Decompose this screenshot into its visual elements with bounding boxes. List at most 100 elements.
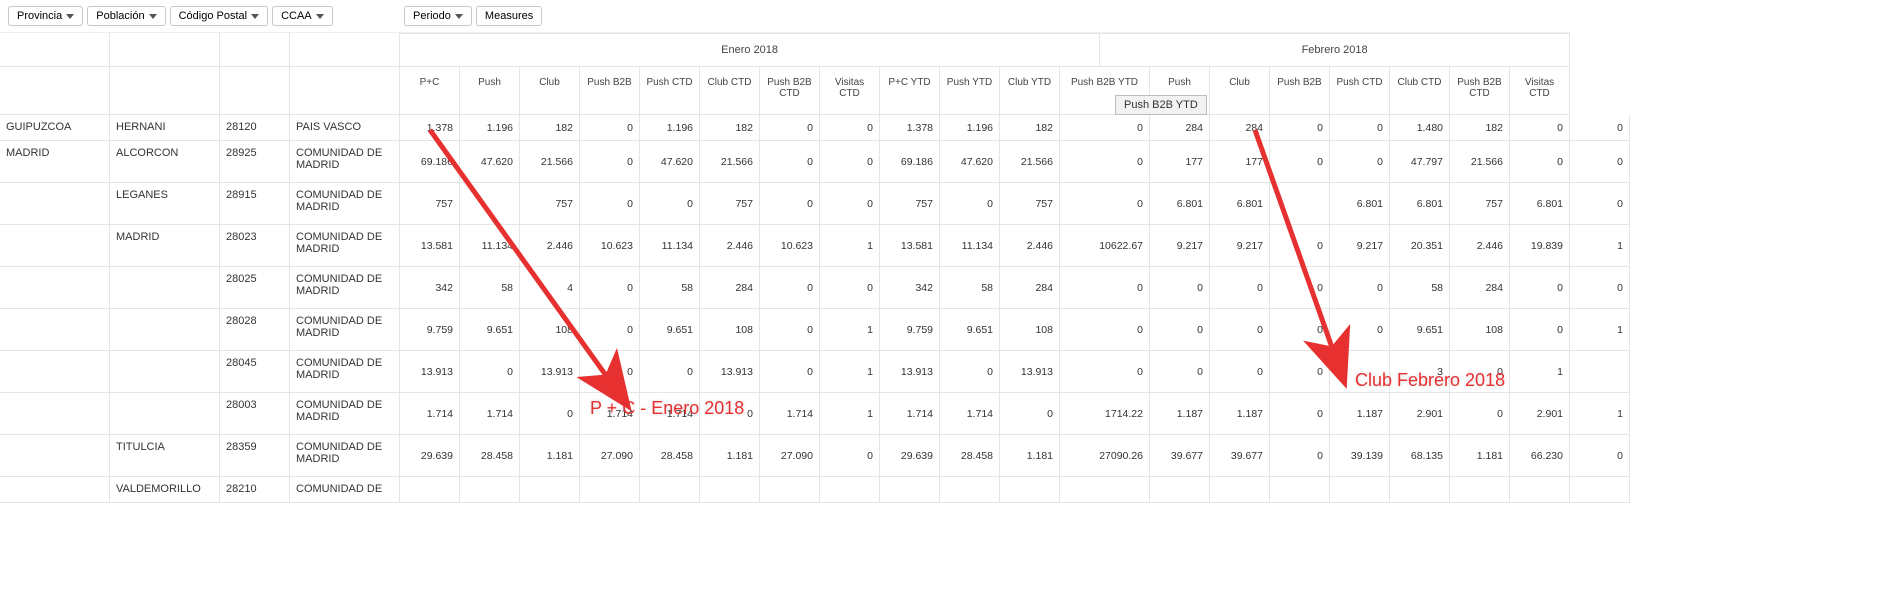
row-hdr-provincia[interactable] (0, 351, 110, 393)
data-cell[interactable]: 27.090 (760, 435, 820, 477)
data-cell[interactable]: 1 (820, 309, 880, 351)
measure-header[interactable]: Push (460, 67, 520, 115)
data-cell[interactable]: 2.446 (700, 225, 760, 267)
data-cell[interactable]: 9.651 (1390, 309, 1450, 351)
data-cell[interactable] (880, 477, 940, 503)
data-cell[interactable]: 1.196 (460, 115, 520, 141)
row-hdr-cp[interactable]: 28023 (220, 225, 290, 267)
row-hdr-poblacion[interactable] (110, 351, 220, 393)
filter-poblacion[interactable]: Población (87, 6, 165, 26)
data-cell[interactable]: 284 (700, 267, 760, 309)
measure-header[interactable]: Visitas CTD (820, 67, 880, 115)
period-header[interactable]: Febrero 2018 (1100, 34, 1570, 67)
data-cell[interactable]: 47.797 (1390, 141, 1450, 183)
data-cell[interactable]: 0 (1450, 351, 1510, 393)
row-hdr-cp[interactable]: 28925 (220, 141, 290, 183)
data-cell[interactable]: 9.651 (640, 309, 700, 351)
data-cell[interactable]: 47.620 (640, 141, 700, 183)
data-cell[interactable]: 21.566 (1000, 141, 1060, 183)
data-cell[interactable]: 4 (520, 267, 580, 309)
data-cell[interactable]: 9.651 (460, 309, 520, 351)
data-cell[interactable]: 0 (1060, 115, 1150, 141)
row-hdr-ccaa[interactable]: COMUNIDAD DE MADRID (290, 225, 400, 267)
data-cell[interactable] (1330, 351, 1390, 393)
data-cell[interactable]: 11.134 (640, 225, 700, 267)
data-cell[interactable]: 757 (520, 183, 580, 225)
measure-header[interactable]: Push B2B CTD (760, 67, 820, 115)
data-cell[interactable]: 0 (1270, 351, 1330, 393)
data-cell[interactable]: 1.187 (1150, 393, 1210, 435)
data-cell[interactable]: 1.714 (460, 393, 520, 435)
data-cell[interactable]: 1 (1510, 351, 1570, 393)
data-cell[interactable]: 1.714 (580, 393, 640, 435)
data-cell[interactable]: 0 (1570, 267, 1630, 309)
row-hdr-provincia[interactable] (0, 225, 110, 267)
data-cell[interactable]: 0 (1570, 141, 1630, 183)
filter-ccaa[interactable]: CCAA (272, 6, 333, 26)
data-cell[interactable]: 2.446 (1000, 225, 1060, 267)
data-cell[interactable]: 0 (1060, 351, 1150, 393)
data-cell[interactable]: 10.623 (760, 225, 820, 267)
data-cell[interactable]: 19.839 (1510, 225, 1570, 267)
data-cell[interactable]: 6.801 (1330, 183, 1390, 225)
data-cell[interactable]: 21.566 (1450, 141, 1510, 183)
data-cell[interactable]: 2.446 (1450, 225, 1510, 267)
data-cell[interactable] (1390, 477, 1450, 503)
data-cell[interactable]: 2.446 (520, 225, 580, 267)
data-cell[interactable]: 0 (580, 115, 640, 141)
measure-header[interactable]: Visitas CTD (1510, 67, 1570, 115)
measure-header[interactable]: Club (1210, 67, 1270, 115)
data-cell[interactable]: 13.581 (880, 225, 940, 267)
row-hdr-provincia[interactable]: GUIPUZCOA (0, 115, 110, 141)
data-cell[interactable]: 182 (700, 115, 760, 141)
data-cell[interactable]: 28.458 (460, 435, 520, 477)
row-hdr-ccaa[interactable]: COMUNIDAD DE MADRID (290, 351, 400, 393)
data-cell[interactable]: 13.913 (700, 351, 760, 393)
data-cell[interactable]: 9.759 (880, 309, 940, 351)
data-cell[interactable]: 28.458 (640, 435, 700, 477)
measure-header[interactable]: Club CTD (1390, 67, 1450, 115)
data-cell[interactable]: 0 (1270, 393, 1330, 435)
data-cell[interactable]: 0 (1570, 435, 1630, 477)
row-hdr-poblacion[interactable] (110, 309, 220, 351)
data-cell[interactable]: 6.801 (1390, 183, 1450, 225)
data-cell[interactable]: 1 (820, 393, 880, 435)
data-cell[interactable]: 10.623 (580, 225, 640, 267)
data-cell[interactable]: 0 (1210, 309, 1270, 351)
row-hdr-ccaa[interactable]: COMUNIDAD DE (290, 477, 400, 503)
period-header[interactable]: Enero 2018 (400, 34, 1100, 67)
data-cell[interactable]: 58 (940, 267, 1000, 309)
data-cell[interactable]: 13.581 (400, 225, 460, 267)
data-cell[interactable]: 0 (1510, 267, 1570, 309)
data-cell[interactable]: 342 (400, 267, 460, 309)
row-hdr-poblacion[interactable] (110, 267, 220, 309)
data-cell[interactable]: 0 (1270, 309, 1330, 351)
row-hdr-ccaa[interactable]: COMUNIDAD DE MADRID (290, 435, 400, 477)
data-cell[interactable]: 1 (1570, 309, 1630, 351)
data-cell[interactable]: 58 (1390, 267, 1450, 309)
data-cell[interactable]: 1.181 (520, 435, 580, 477)
row-hdr-cp[interactable]: 28025 (220, 267, 290, 309)
data-cell[interactable]: 0 (1510, 141, 1570, 183)
data-cell[interactable]: 0 (1450, 393, 1510, 435)
data-cell[interactable]: 284 (1000, 267, 1060, 309)
row-hdr-poblacion[interactable] (110, 393, 220, 435)
row-hdr-ccaa[interactable]: COMUNIDAD DE MADRID (290, 309, 400, 351)
row-hdr-provincia[interactable] (0, 435, 110, 477)
data-cell[interactable] (1270, 183, 1330, 225)
data-cell[interactable]: 0 (1570, 115, 1630, 141)
data-cell[interactable]: 28.458 (940, 435, 1000, 477)
data-cell[interactable]: 0 (580, 267, 640, 309)
measure-header[interactable]: Push B2B (1270, 67, 1330, 115)
data-cell[interactable]: 182 (520, 115, 580, 141)
data-cell[interactable] (760, 477, 820, 503)
data-cell[interactable] (1450, 477, 1510, 503)
data-cell[interactable] (1000, 477, 1060, 503)
data-cell[interactable]: 47.620 (460, 141, 520, 183)
data-cell[interactable]: 10622.67 (1060, 225, 1150, 267)
row-hdr-poblacion[interactable]: MADRID (110, 225, 220, 267)
data-cell[interactable]: 1.378 (880, 115, 940, 141)
data-cell[interactable]: 29.639 (400, 435, 460, 477)
data-cell[interactable]: 0 (1060, 141, 1150, 183)
data-cell[interactable] (1060, 477, 1150, 503)
